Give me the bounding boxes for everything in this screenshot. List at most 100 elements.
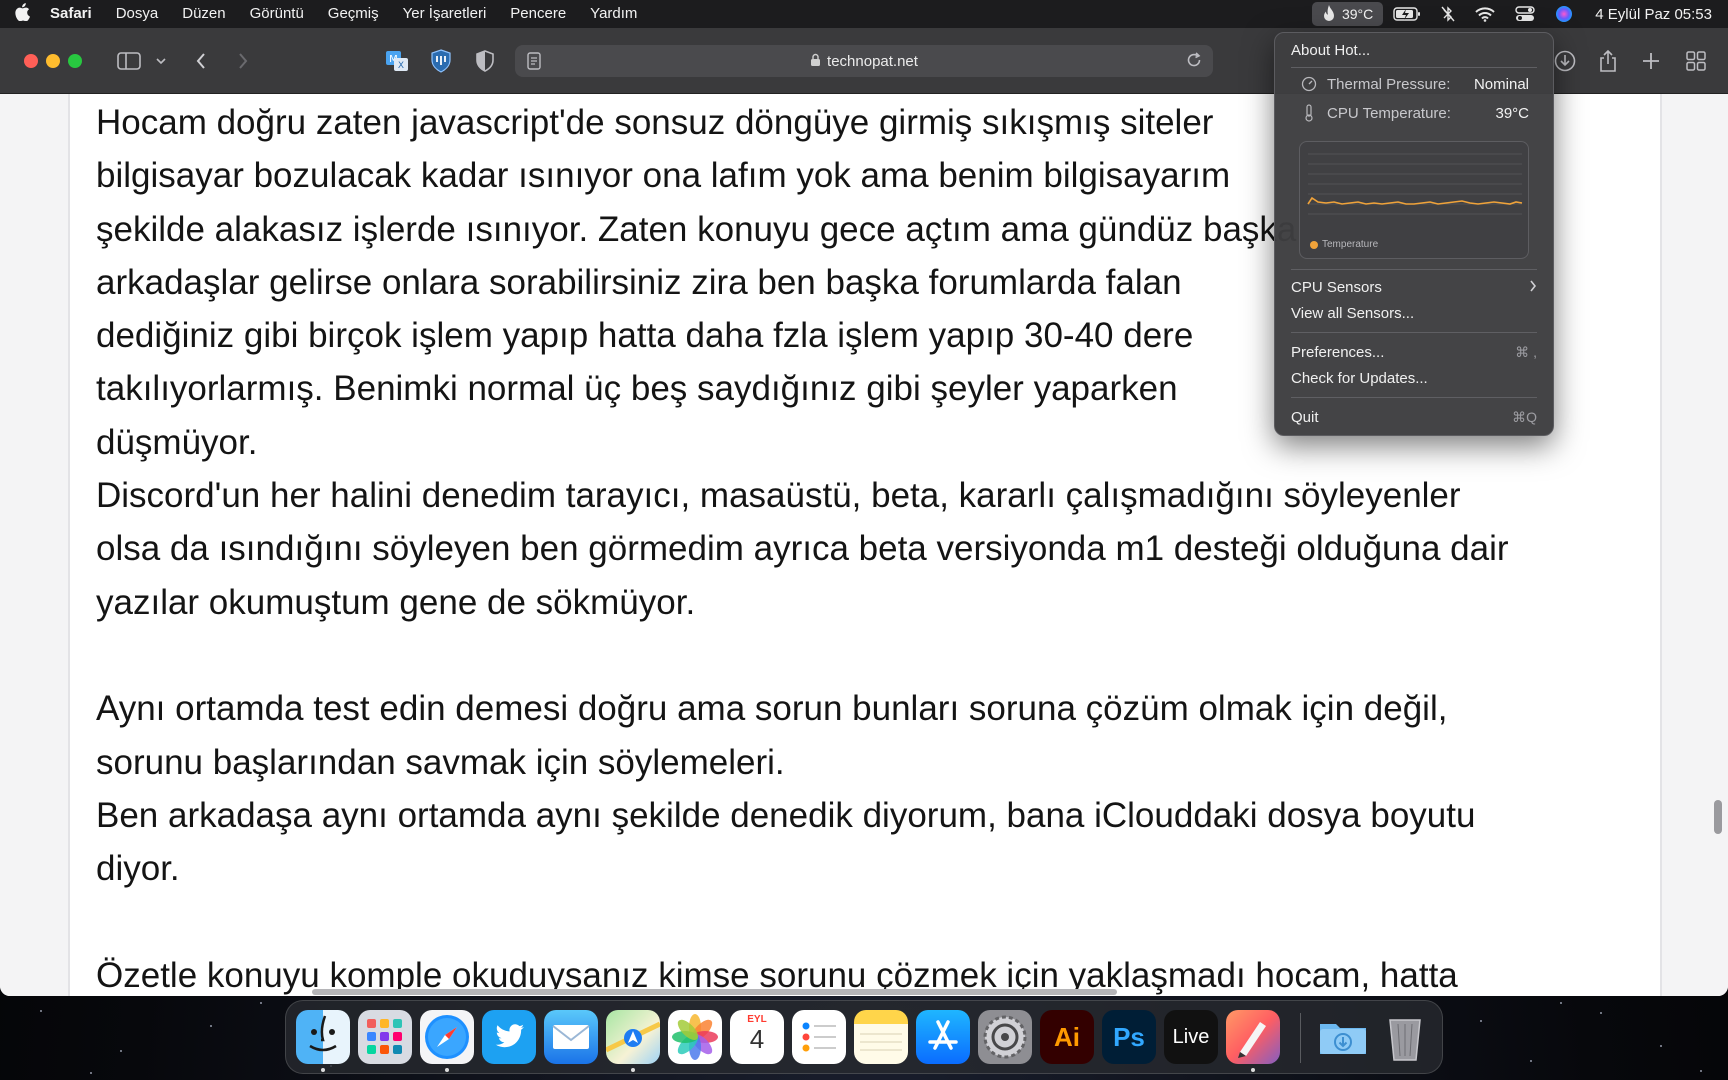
page-menu-icon[interactable]	[527, 52, 541, 74]
running-indicator	[445, 1068, 449, 1072]
maps-icon[interactable]	[606, 1010, 660, 1064]
illustrator-icon[interactable]: Ai	[1040, 1010, 1094, 1064]
horizontal-scrollbar[interactable]	[312, 989, 1117, 995]
safari-app-icon[interactable]	[420, 1010, 474, 1064]
menu-app-name[interactable]: Safari	[44, 0, 104, 28]
cpu-temperature-row: CPU Temperature: 39°C	[1299, 102, 1529, 124]
menu-pencere[interactable]: Pencere	[498, 0, 578, 28]
post-line: diyor.	[96, 849, 180, 889]
thermal-gauge-icon	[1299, 76, 1319, 92]
star	[120, 1050, 122, 1052]
translate-extension-icon[interactable]: MX	[384, 46, 410, 76]
menu-duzen[interactable]: Düzen	[170, 0, 237, 28]
photos-icon[interactable]	[668, 1010, 722, 1064]
illustrator-label: Ai	[1054, 1021, 1080, 1052]
dock-separator	[1300, 1013, 1301, 1063]
cpu-temperature-value: 39°C	[1495, 104, 1529, 122]
menu-yer-isaretleri[interactable]: Yer İşaretleri	[391, 0, 499, 28]
preferences-shortcut: ⌘ ,	[1515, 343, 1537, 360]
vertical-scrollbar[interactable]	[1714, 800, 1722, 834]
close-window-button[interactable]	[24, 54, 38, 68]
hot-temperature-status[interactable]: 39°C	[1311, 2, 1384, 26]
launchpad-icon[interactable]	[358, 1010, 412, 1064]
system-preferences-icon[interactable]	[978, 1010, 1032, 1064]
pixelmator-icon[interactable]	[1226, 1010, 1280, 1064]
app-store-icon[interactable]	[916, 1010, 970, 1064]
finder-icon[interactable]	[296, 1010, 350, 1064]
star	[1530, 1060, 1532, 1062]
cpu-sensors-item[interactable]: CPU Sensors	[1291, 275, 1537, 299]
temperature-series-line	[1307, 196, 1523, 205]
reminders-icon[interactable]	[792, 1010, 846, 1064]
thermal-pressure-label: Thermal Pressure:	[1327, 75, 1451, 93]
chevron-right-icon	[1529, 279, 1537, 295]
notes-icon[interactable]	[854, 1010, 908, 1064]
ableton-live-icon[interactable]: Live	[1164, 1010, 1218, 1064]
cpu-sensors-label: CPU Sensors	[1291, 278, 1382, 296]
star	[1480, 1020, 1482, 1022]
minimize-window-button[interactable]	[46, 54, 60, 68]
quit-item[interactable]: Quit ⌘Q	[1291, 405, 1537, 429]
zoom-window-button[interactable]	[68, 54, 82, 68]
legend-dot	[1310, 240, 1318, 249]
sidebar-toggle-icon[interactable]	[116, 46, 142, 76]
chevron-down-icon[interactable]	[154, 46, 168, 76]
star	[1560, 1002, 1562, 1004]
live-label: Live	[1172, 1025, 1210, 1048]
twitter-icon[interactable]	[482, 1010, 536, 1064]
post-line: Ben arkadaşa aynı ortamda aynı şekilde d…	[96, 795, 1476, 835]
bluetooth-off-icon[interactable]	[1431, 2, 1465, 26]
menu-bar: Safari Dosya Düzen Görüntü Geçmiş Yer İş…	[0, 0, 1728, 28]
preferences-label: Preferences...	[1291, 343, 1385, 361]
battery-icon[interactable]	[1383, 2, 1431, 26]
check-updates-label: Check for Updates...	[1291, 369, 1428, 387]
wifi-icon[interactable]	[1465, 2, 1505, 26]
preferences-item[interactable]: Preferences... ⌘ ,	[1291, 340, 1537, 364]
menu-dosya[interactable]: Dosya	[104, 0, 171, 28]
view-all-sensors-item[interactable]: View all Sensors...	[1291, 301, 1537, 325]
svg-text:X: X	[398, 61, 404, 71]
shield-extension-icon[interactable]	[428, 46, 454, 76]
siri-icon[interactable]	[1545, 2, 1583, 26]
clock[interactable]: 4 Eylül Paz 05:53	[1583, 6, 1712, 23]
control-center-icon[interactable]	[1505, 2, 1545, 26]
star	[1660, 1045, 1662, 1047]
downloads-icon[interactable]	[1552, 46, 1578, 76]
post-line: yazılar okumuştum gene de sökmüyor.	[96, 582, 696, 622]
star	[210, 1025, 212, 1027]
back-button[interactable]	[192, 46, 210, 76]
trash-icon[interactable]	[1378, 1010, 1432, 1064]
new-tab-icon[interactable]	[1640, 46, 1662, 76]
share-icon[interactable]	[1596, 46, 1620, 76]
cpu-temperature-label: CPU Temperature:	[1327, 104, 1451, 122]
post-line: olsa da ısındığını söyleyen ben görmedim…	[96, 529, 1509, 569]
calendar-icon[interactable]: EYL 4	[730, 1010, 784, 1064]
mail-icon[interactable]	[544, 1010, 598, 1064]
quit-label: Quit	[1291, 408, 1319, 426]
check-updates-item[interactable]: Check for Updates...	[1291, 366, 1537, 390]
menu-gecmis[interactable]: Geçmiş	[316, 0, 391, 28]
hot-status-menu: About Hot... Thermal Pressure: Nominal C…	[1274, 32, 1554, 436]
downloads-folder-icon[interactable]	[1316, 1010, 1370, 1064]
temperature-graph: Temperature	[1299, 141, 1529, 259]
post-line: sorunu başlarından savmak için söylemele…	[96, 742, 785, 782]
view-all-sensors-label: View all Sensors...	[1291, 304, 1415, 322]
thermal-pressure-row: Thermal Pressure: Nominal	[1299, 73, 1529, 95]
star	[90, 1072, 92, 1074]
post-line: Aynı ortamda test edin demesi doğru ama …	[96, 689, 1448, 729]
legend-label: Temperature	[1322, 239, 1379, 250]
menu-goruntu[interactable]: Görüntü	[238, 0, 316, 28]
address-bar[interactable]: technopat.net	[515, 45, 1213, 77]
privacy-shield-icon[interactable]	[474, 46, 496, 76]
forward-button[interactable]	[234, 46, 252, 76]
running-indicator	[321, 1068, 325, 1072]
menu-separator	[1291, 397, 1537, 398]
photoshop-icon[interactable]: Ps	[1102, 1010, 1156, 1064]
flame-icon	[1323, 5, 1334, 21]
menu-yardim[interactable]: Yardım	[578, 0, 649, 28]
about-hot-item[interactable]: About Hot...	[1291, 38, 1537, 62]
apple-menu-icon[interactable]	[0, 2, 44, 26]
tab-overview-icon[interactable]	[1684, 46, 1708, 76]
reload-icon[interactable]	[1185, 51, 1203, 73]
